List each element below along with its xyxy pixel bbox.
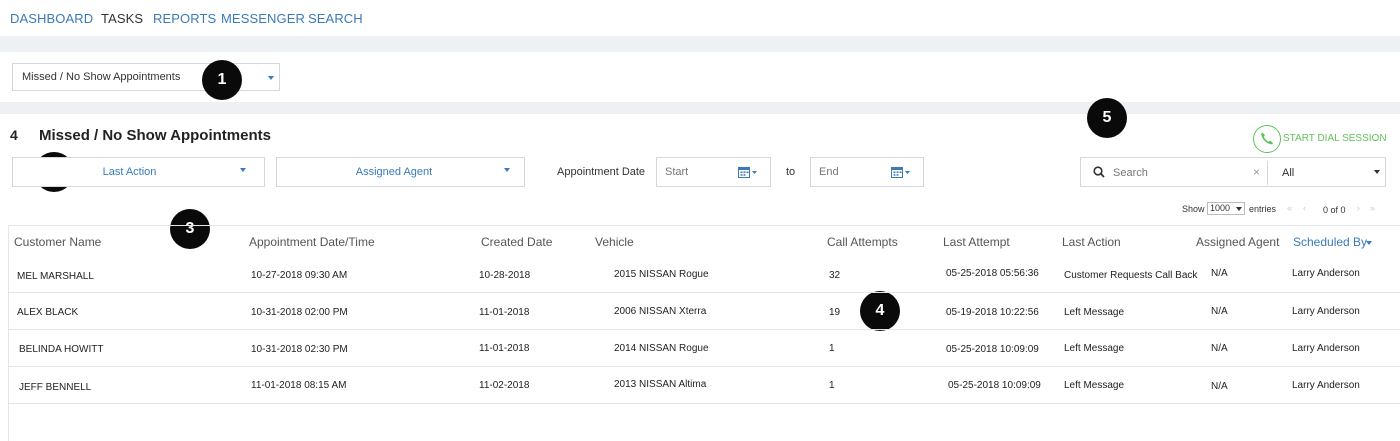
cell-last-action: Left Message <box>1064 380 1125 391</box>
nav-search[interactable]: SEARCH <box>308 11 363 26</box>
cell-last-attempt: 05-25-2018 10:09:09 <box>948 380 1041 391</box>
col-header-call-attempts[interactable]: Call Attempts <box>827 235 898 249</box>
cell-assigned-agent: N/A <box>1211 268 1228 279</box>
cell-scheduled-by: Larry Anderson <box>1292 306 1360 317</box>
col-header-appointment-date[interactable]: Appointment Date/Time <box>249 235 375 249</box>
result-count: 4 <box>10 127 18 143</box>
row-divider <box>9 329 1400 330</box>
last-action-select[interactable]: Last Action <box>12 157 265 187</box>
cell-appointment-date: 10-31-2018 02:30 PM <box>251 344 348 355</box>
to-label: to <box>786 166 796 178</box>
cell-last-attempt: 05-25-2018 05:56:36 <box>946 268 1039 279</box>
phone-icon <box>1253 125 1281 153</box>
cell-vehicle: 2006 NISSAN Xterra <box>614 306 707 317</box>
cell-call-attempts: 1 <box>829 343 835 354</box>
caret-down-icon <box>268 76 274 80</box>
appointment-date-label: Appointment Date <box>557 166 646 178</box>
col-header-created-date[interactable]: Created Date <box>481 235 552 249</box>
end-date-placeholder: End <box>819 166 839 178</box>
chevron-left-icon[interactable]: ‹ <box>1303 203 1306 213</box>
sort-caret-icon[interactable] <box>1366 241 1372 245</box>
entries-label: entries <box>1249 204 1277 214</box>
cell-last-attempt: 05-19-2018 10:22:56 <box>946 307 1039 318</box>
start-date-placeholder: Start <box>665 166 689 178</box>
cell-appointment-date: 10-31-2018 02:00 PM <box>251 307 348 318</box>
nav-reports[interactable]: REPORTS <box>153 11 216 26</box>
col-header-vehicle[interactable]: Vehicle <box>595 235 634 249</box>
cell-last-action: Left Message <box>1064 343 1125 354</box>
view-select-value: Missed / No Show Appointments <box>22 71 181 83</box>
cell-customer-name: BELINDA HOWITT <box>19 344 104 355</box>
row-divider <box>9 403 1400 404</box>
cell-last-attempt: 05-25-2018 10:09:09 <box>946 344 1039 355</box>
cell-assigned-agent: N/A <box>1211 381 1228 392</box>
calendar-icon[interactable] <box>891 166 911 181</box>
appointments-table <box>8 225 1400 441</box>
page-size-value: 1000 <box>1210 203 1231 213</box>
chevron-right-icon[interactable]: › <box>1357 203 1360 213</box>
caret-down-icon <box>504 168 510 172</box>
cell-last-action: Left Message <box>1064 307 1125 318</box>
cell-scheduled-by: Larry Anderson <box>1292 380 1360 391</box>
calendar-icon[interactable] <box>738 166 758 181</box>
cell-appointment-date: 11-01-2018 08:15 AM <box>251 380 347 391</box>
caret-down-icon <box>1374 170 1380 174</box>
page-size-select[interactable]: 1000 <box>1207 202 1245 215</box>
cell-vehicle: 2013 NISSAN Altima <box>614 379 707 390</box>
dial-session-label: START DIAL SESSION <box>1283 133 1387 144</box>
col-header-last-attempt[interactable]: Last Attempt <box>943 235 1010 249</box>
section-separator <box>0 102 1400 114</box>
cell-customer-name: ALEX BLACK <box>17 307 79 318</box>
col-header-customer-name[interactable]: Customer Name <box>14 235 101 249</box>
caret-down-icon <box>240 168 246 172</box>
nav-messenger[interactable]: MESSENGER <box>221 11 305 26</box>
cell-created-date: 10-28-2018 <box>479 270 531 281</box>
last-action-label: Last Action <box>102 166 157 178</box>
show-label: Show <box>1182 204 1205 214</box>
cell-vehicle: 2015 NISSAN Rogue <box>614 269 709 280</box>
search-input[interactable]: Search <box>1113 167 1148 179</box>
cell-created-date: 11-01-2018 <box>479 343 530 354</box>
caret-down-icon <box>1236 207 1242 211</box>
end-date-input[interactable]: End <box>810 157 924 187</box>
cell-created-date: 11-02-2018 <box>479 380 530 391</box>
assigned-agent-select[interactable]: Assigned Agent <box>276 157 525 187</box>
page-info: 0 of 0 <box>1323 205 1346 215</box>
search-box[interactable]: Search × All <box>1080 157 1386 187</box>
cell-customer-name: JEFF BENNELL <box>19 382 92 393</box>
clear-icon[interactable]: × <box>1253 165 1260 179</box>
search-icon <box>1093 166 1105 181</box>
cell-scheduled-by: Larry Anderson <box>1292 343 1360 354</box>
row-divider <box>9 366 1400 367</box>
cell-call-attempts: 19 <box>829 307 841 318</box>
col-header-assigned-agent[interactable]: Assigned Agent <box>1196 235 1279 249</box>
chevron-right-icon[interactable]: » <box>1370 203 1375 213</box>
cell-call-attempts: 1 <box>829 380 835 391</box>
start-dial-session-button[interactable]: START DIAL SESSION <box>1253 125 1387 153</box>
cell-created-date: 11-01-2018 <box>479 307 530 318</box>
cell-call-attempts: 32 <box>829 270 841 281</box>
chevron-left-icon[interactable]: « <box>1287 203 1292 213</box>
cell-last-action: Customer Requests Call Back <box>1064 270 1198 281</box>
col-header-last-action[interactable]: Last Action <box>1062 235 1121 249</box>
cell-assigned-agent: N/A <box>1211 306 1228 317</box>
cell-scheduled-by: Larry Anderson <box>1292 268 1360 279</box>
nav-tasks[interactable]: TASKS <box>101 11 143 26</box>
page-title: Missed / No Show Appointments <box>39 127 271 144</box>
step-badge-1: 1 <box>202 60 242 100</box>
cell-vehicle: 2014 NISSAN Rogue <box>614 343 709 354</box>
start-date-input[interactable]: Start <box>656 157 771 187</box>
cell-customer-name: MEL MARSHALL <box>17 271 94 282</box>
nav-dashboard[interactable]: DASHBOARD <box>10 11 93 26</box>
cell-assigned-agent: N/A <box>1211 343 1228 354</box>
search-divider <box>1267 161 1268 185</box>
row-divider <box>9 292 1400 293</box>
cell-appointment-date: 10-27-2018 09:30 AM <box>251 270 348 281</box>
nav-strip <box>0 36 1400 52</box>
search-scope-value[interactable]: All <box>1282 167 1294 179</box>
assigned-agent-label: Assigned Agent <box>355 166 433 178</box>
step-badge-5: 5 <box>1087 98 1127 138</box>
col-header-scheduled-by[interactable]: Scheduled By <box>1293 235 1367 249</box>
